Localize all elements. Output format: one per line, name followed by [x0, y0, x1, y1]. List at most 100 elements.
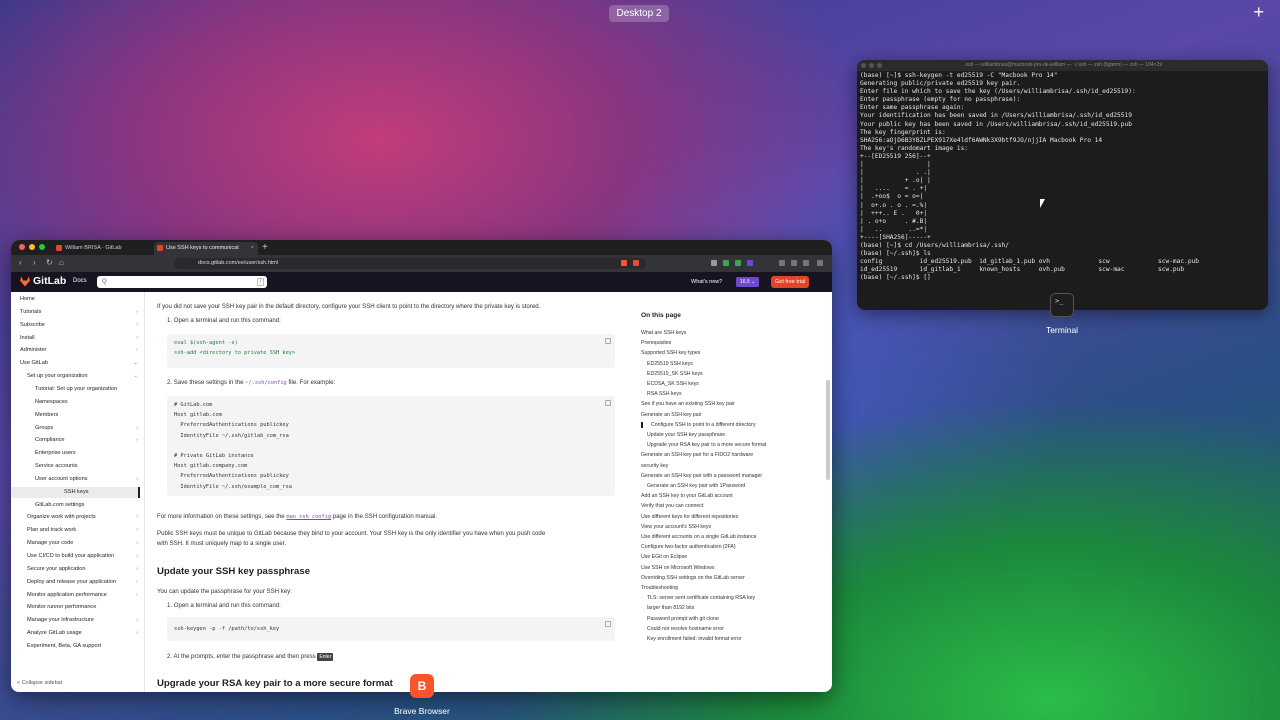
chevron-icon[interactable]: ⌄	[133, 371, 138, 382]
copy-icon[interactable]	[605, 621, 611, 627]
docs-link[interactable]: Docs	[73, 278, 87, 284]
sidebar-item[interactable]: Service accounts	[20, 461, 140, 472]
chevron-icon[interactable]: ›	[136, 333, 138, 344]
sidebar-icon[interactable]	[791, 260, 797, 266]
sidebar-item[interactable]: Home	[20, 294, 140, 305]
sidebar-item[interactable]: SSH keys	[11, 486, 140, 498]
chevron-icon[interactable]: ›	[136, 320, 138, 331]
toc-item[interactable]: Verify that you can connect	[641, 503, 703, 510]
toc-item[interactable]: Password prompt with git clone	[647, 616, 719, 623]
chevron-icon[interactable]: ›	[136, 538, 138, 549]
zoom-icon[interactable]	[877, 63, 882, 68]
chevron-icon[interactable]: ›	[136, 577, 138, 588]
extension-icon[interactable]	[723, 260, 729, 266]
toc-item[interactable]: larger than 8192 bits	[647, 605, 694, 612]
new-tab-button[interactable]: +	[262, 240, 268, 255]
sidebar-item[interactable]: Enterprise users	[20, 448, 140, 459]
toc-item[interactable]: Key enrollment failed: invalid format er…	[647, 636, 742, 643]
section-heading[interactable]: Update your SSH key passphrase	[157, 566, 310, 577]
close-tab-icon[interactable]: ×	[251, 242, 254, 255]
extension-icon[interactable]	[747, 260, 753, 266]
version-dropdown[interactable]: 16.5 ⌄	[736, 277, 760, 287]
reload-icon[interactable]: ↻	[46, 258, 53, 267]
collapse-sidebar-button[interactable]: « Collapse sidebar	[17, 680, 63, 686]
sidebar-item[interactable]: Use GitLab ⌄	[20, 358, 140, 369]
chevron-icon[interactable]: ⌄	[133, 358, 138, 369]
copy-icon[interactable]	[605, 400, 611, 406]
terminal-window[interactable]: ..ssh — williambrisa@macbook-pro-de-will…	[857, 60, 1268, 310]
chevron-icon[interactable]: ›	[136, 345, 138, 356]
sidebar-item[interactable]: Experiment, Beta, GA support	[20, 641, 140, 652]
chevron-icon[interactable]: ›	[136, 307, 138, 318]
gitlab-logo-icon[interactable]	[19, 276, 31, 287]
whats-new-link[interactable]: What's new?	[691, 279, 722, 285]
toc-item[interactable]: Generate an SSH key pair with 1Password	[647, 483, 745, 490]
toc-item[interactable]: ED25519 SSH keys	[647, 361, 693, 368]
toc-item[interactable]: Use EGit on Eclipse	[641, 554, 687, 561]
toc-item[interactable]: Upgrade your RSA key pair to a more secu…	[647, 442, 766, 449]
gitlab-brand[interactable]: GitLab	[33, 275, 66, 287]
toc-item[interactable]: Prerequisites	[641, 340, 671, 347]
section-heading[interactable]: Upgrade your RSA key pair to a more secu…	[157, 678, 393, 689]
sidebar-item[interactable]: Groups ›	[20, 423, 140, 434]
toc-item[interactable]: Generate an SSH key pair	[641, 412, 702, 419]
toc-item[interactable]: Configure two-factor authentication (2FA…	[641, 544, 736, 551]
toc-item[interactable]: TLS: server sent certificate containing …	[647, 595, 755, 602]
back-icon[interactable]: ‹	[19, 258, 22, 267]
sidebar-item[interactable]: Monitor application performance ›	[20, 590, 140, 601]
sidebar-item[interactable]: GitLab.com settings	[20, 500, 140, 511]
chevron-icon[interactable]: ›	[136, 435, 138, 446]
sidebar-item[interactable]: Manage your code ›	[20, 538, 140, 549]
sidebar-item[interactable]: Monitor runner performance	[20, 602, 140, 613]
sidebar-item[interactable]: Deploy and release your application ›	[20, 577, 140, 588]
chevron-icon[interactable]: ›	[136, 474, 138, 485]
free-trial-button[interactable]: Get free trial	[771, 276, 810, 288]
toc-item[interactable]: View your account's SSH keys	[641, 524, 711, 531]
extensions-menu-icon[interactable]	[779, 260, 785, 266]
chevron-icon[interactable]: ›	[136, 512, 138, 523]
chevron-icon[interactable]: ›	[136, 551, 138, 562]
extension-icon[interactable]	[711, 260, 717, 266]
brave-browser-icon[interactable]: B	[410, 674, 434, 698]
scrollbar[interactable]	[826, 380, 830, 480]
sidebar-item[interactable]: Secure your application ›	[20, 564, 140, 575]
toc-item[interactable]: Use different keys for different reposit…	[641, 514, 738, 521]
toc-item[interactable]: Supported SSH key types	[641, 350, 700, 357]
toc-item[interactable]: Update your SSH key passphrase	[647, 432, 725, 439]
toc-item[interactable]: security key	[641, 463, 668, 470]
toc-item[interactable]: ED25519_SK SSH keys	[647, 371, 703, 378]
sidebar-item[interactable]: Administer ›	[20, 345, 140, 356]
toc-item[interactable]: Could not resolve hostname error	[647, 626, 724, 633]
sidebar-item[interactable]: Tutorial: Set up your organization	[20, 384, 140, 395]
toc-item[interactable]: RSA SSH keys	[647, 391, 682, 398]
toc-item[interactable]: See if you have an existing SSH key pair	[641, 401, 735, 408]
tab-gitlab-profile[interactable]: William BRISA · GitLab	[53, 242, 151, 255]
add-desktop-button[interactable]: +	[1253, 2, 1264, 22]
chevron-icon[interactable]: ›	[136, 564, 138, 575]
sidebar-item[interactable]: Analyze GitLab usage ›	[20, 628, 140, 639]
sidebar-item[interactable]: Subscribe ›	[20, 320, 140, 331]
close-icon[interactable]	[861, 63, 866, 68]
toc-item[interactable]: Troubleshooting	[641, 585, 678, 592]
wallet-icon[interactable]	[803, 260, 809, 266]
code-block[interactable]: # GitLab.com Host gitlab.com PreferredAu…	[167, 396, 615, 496]
tab-ssh-docs[interactable]: Use SSH keys to communicat ×	[154, 242, 258, 255]
toc-item[interactable]: Use different accounts on a single GitLa…	[641, 534, 757, 541]
sidebar-item[interactable]: Organize work with projects ›	[20, 512, 140, 523]
sidebar-item[interactable]: Tutorials ›	[20, 307, 140, 318]
sidebar-item[interactable]: User account options ›	[20, 474, 140, 485]
sidebar-item[interactable]: Namespaces	[20, 397, 140, 408]
terminal-output[interactable]: (base) [~]$ ssh-keygen -t ed25519 -C "Ma…	[857, 71, 1268, 283]
toc-item[interactable]: Add an SSH key to your GitLab account	[641, 493, 733, 500]
menu-icon[interactable]	[817, 260, 823, 266]
chevron-icon[interactable]: ›	[136, 423, 138, 434]
code-block[interactable]: ssh-keygen -p -f /path/to/ssh_key	[167, 617, 615, 641]
chevron-icon[interactable]: ›	[136, 590, 138, 601]
man-ssh-config-link[interactable]: man ssh_config	[286, 514, 331, 520]
sidebar-item[interactable]: Manage your infrastructure ›	[20, 615, 140, 626]
sidebar-item[interactable]: Plan and track work ›	[20, 525, 140, 536]
sidebar-item[interactable]: Set up your organization ⌄	[20, 371, 140, 382]
home-icon[interactable]: ⌂	[59, 258, 64, 267]
toc-item[interactable]: ECDSA_SK SSH keys	[647, 381, 699, 388]
copy-icon[interactable]	[605, 338, 611, 344]
